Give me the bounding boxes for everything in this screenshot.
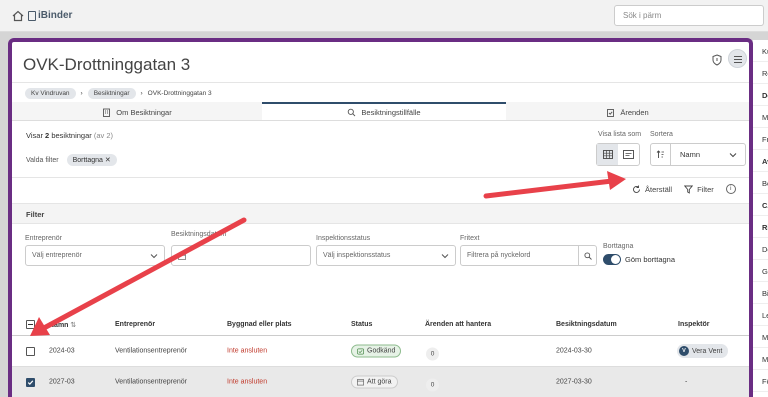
- annotation-arrows: [30, 171, 626, 336]
- arrow-to-reset: [483, 171, 626, 199]
- arrow-to-checkbox: [30, 217, 247, 336]
